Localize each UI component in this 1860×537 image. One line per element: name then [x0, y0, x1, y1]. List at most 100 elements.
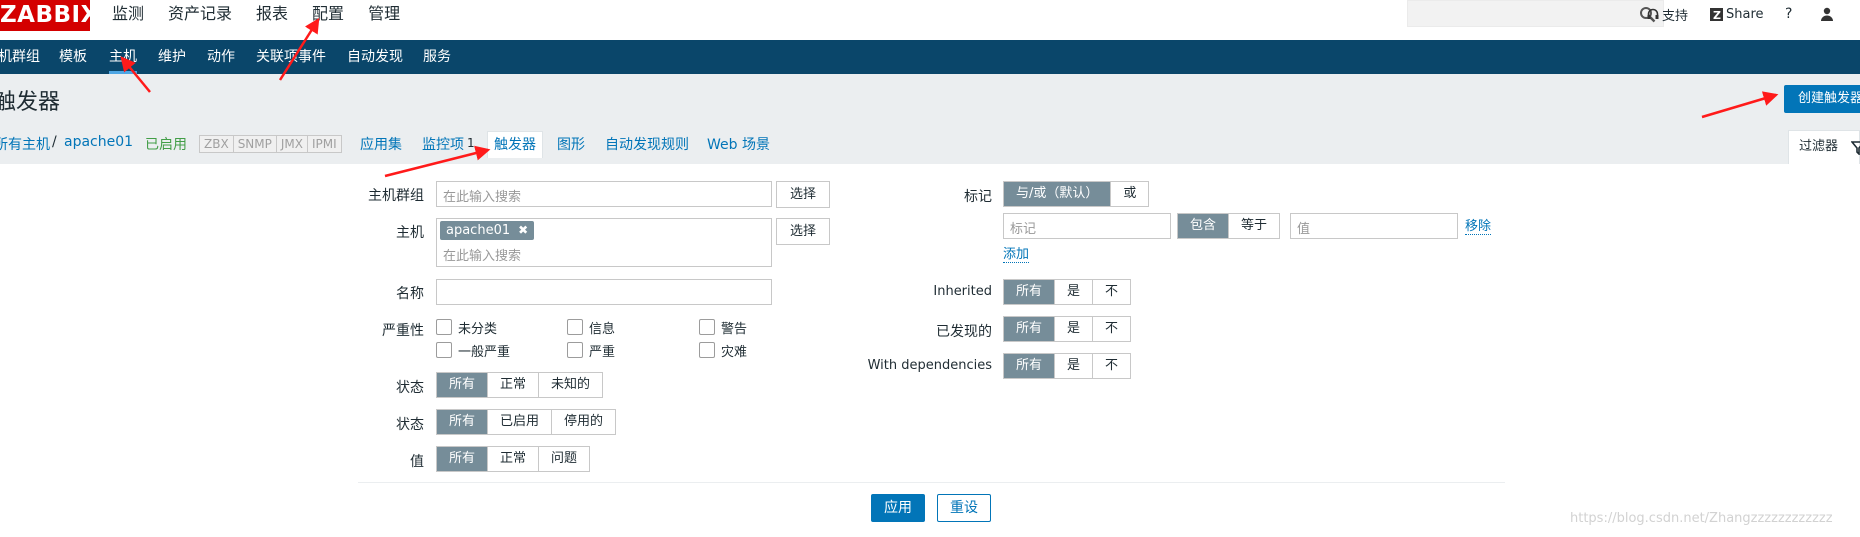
subnav-actions[interactable]: 动作	[207, 40, 235, 74]
subnav-host-groups[interactable]: 机群组	[0, 40, 40, 74]
tag-add-link[interactable]: 添加	[1003, 247, 1030, 263]
filter-tab[interactable]: 过滤器	[1788, 130, 1860, 164]
tab-graphs[interactable]: 图形	[557, 134, 585, 154]
remove-chip-icon[interactable]: ✖	[518, 221, 528, 240]
host-group-input[interactable]: 在此输入搜索	[436, 181, 772, 207]
severity-average-label: 一般严重	[458, 344, 511, 360]
severity-warning[interactable]: 警告	[699, 318, 748, 337]
tab-items[interactable]: 监控项	[422, 134, 464, 154]
severity-not-classified[interactable]: 未分类	[436, 318, 497, 337]
checkbox[interactable]	[567, 319, 583, 335]
filter-icon	[1851, 141, 1860, 155]
breadcrumb-host[interactable]: apache01	[64, 134, 133, 150]
inherited-yes[interactable]: 是	[1055, 280, 1094, 304]
tags-label: 标记	[964, 189, 992, 205]
tag-op-contains[interactable]: 包含	[1178, 214, 1230, 238]
status-disabled[interactable]: 停用的	[552, 410, 615, 434]
severity-high-label: 严重	[589, 344, 616, 360]
zabbix-logo[interactable]: ZABBIX	[0, 0, 98, 31]
tag-name-input[interactable]: 标记	[1003, 213, 1171, 239]
breadcrumb-separator: /	[52, 134, 57, 150]
state-label: 状态	[396, 380, 424, 396]
value-problem[interactable]: 问题	[539, 447, 589, 471]
subnav-event-correlation[interactable]: 关联项事件	[256, 40, 326, 74]
status-all[interactable]: 所有	[437, 410, 489, 434]
host-group-select-button[interactable]: 选择	[776, 181, 830, 208]
create-trigger-button[interactable]: 创建触发器	[1784, 85, 1860, 113]
subnav-hosts[interactable]: 主机	[109, 40, 137, 74]
dependencies-no[interactable]: 不	[1093, 354, 1130, 378]
tab-discovery-rules[interactable]: 自动发现规则	[605, 134, 689, 154]
severity-information-label: 信息	[589, 321, 616, 337]
reset-button[interactable]: 重设	[937, 494, 991, 522]
sub-navigation: 机群组 模板 主机 维护 动作 关联项事件 自动发现 服务	[0, 40, 1860, 74]
top-menu: 监测 资产记录 报表 配置 管理	[100, 0, 412, 28]
items-count: 1	[467, 136, 475, 150]
subnav-services[interactable]: 服务	[423, 40, 451, 74]
value-all[interactable]: 所有	[437, 447, 489, 471]
host-select-button[interactable]: 选择	[776, 218, 830, 245]
severity-disaster[interactable]: 灾难	[699, 341, 747, 360]
host-status-enabled[interactable]: 已启用	[145, 134, 187, 154]
tab-triggers[interactable]: 触发器	[487, 131, 543, 158]
checkbox[interactable]	[699, 342, 715, 358]
tags-or[interactable]: 或	[1111, 182, 1148, 206]
breadcrumb-all-hosts[interactable]: 所有主机	[0, 134, 50, 154]
tab-applications[interactable]: 应用集	[360, 134, 402, 154]
status-label: 状态	[396, 417, 424, 433]
menu-inventory[interactable]: 资产记录	[156, 0, 244, 28]
discovered-all[interactable]: 所有	[1004, 317, 1056, 341]
state-normal[interactable]: 正常	[488, 373, 540, 397]
severity-warning-label: 警告	[721, 321, 748, 337]
name-input[interactable]	[436, 279, 772, 305]
user-profile-link[interactable]	[1820, 4, 1837, 24]
share-label: Share	[1726, 6, 1764, 22]
state-all[interactable]: 所有	[437, 373, 489, 397]
share-link[interactable]: Z Share	[1710, 4, 1764, 24]
filter-divider	[358, 482, 1505, 483]
top-bar: ZABBIX 监测 资产记录 报表 配置 管理 支持 Z Share ?	[0, 0, 1860, 40]
host-label: 主机	[396, 225, 424, 241]
status-segmented-control: 所有 已启用 停用的	[436, 409, 617, 435]
inherited-no[interactable]: 不	[1093, 280, 1130, 304]
inherited-all[interactable]: 所有	[1004, 280, 1056, 304]
subnav-templates[interactable]: 模板	[59, 40, 87, 74]
menu-administration[interactable]: 管理	[356, 0, 412, 28]
state-segmented-control: 所有 正常 未知的	[436, 372, 604, 398]
tag-value-input[interactable]: 值	[1290, 213, 1458, 239]
state-unknown[interactable]: 未知的	[539, 373, 602, 397]
checkbox[interactable]	[436, 342, 452, 358]
severity-average[interactable]: 一般严重	[436, 341, 511, 360]
discovered-yes[interactable]: 是	[1055, 317, 1094, 341]
tag-remove-link[interactable]: 移除	[1465, 219, 1492, 235]
value-segmented-control: 所有 正常 问题	[436, 446, 591, 472]
menu-reports[interactable]: 报表	[244, 0, 300, 28]
host-chip-apache01[interactable]: apache01 ✖	[440, 221, 535, 240]
support-link[interactable]: 支持	[1647, 4, 1688, 24]
dependencies-yes[interactable]: 是	[1055, 354, 1094, 378]
checkbox[interactable]	[567, 342, 583, 358]
global-search-input[interactable]	[1407, 0, 1664, 27]
tab-web-scenarios[interactable]: Web 场景	[707, 134, 770, 154]
tags-and-or[interactable]: 与/或（默认）	[1004, 182, 1112, 206]
headset-icon	[1647, 8, 1659, 19]
apply-button[interactable]: 应用	[871, 494, 925, 522]
help-link[interactable]: ?	[1785, 4, 1792, 24]
host-group-label: 主机群组	[368, 188, 424, 204]
value-ok[interactable]: 正常	[488, 447, 540, 471]
checkbox[interactable]	[699, 319, 715, 335]
menu-monitoring[interactable]: 监测	[100, 0, 156, 28]
tag-op-equals[interactable]: 等于	[1229, 214, 1279, 238]
discovered-no[interactable]: 不	[1093, 317, 1130, 341]
availability-zbx: ZBX	[200, 136, 234, 152]
subnav-discovery[interactable]: 自动发现	[347, 40, 403, 74]
menu-configuration[interactable]: 配置	[300, 0, 356, 28]
checkbox[interactable]	[436, 319, 452, 335]
subnav-maintenance[interactable]: 维护	[158, 40, 186, 74]
status-enabled[interactable]: 已启用	[488, 410, 553, 434]
availability-snmp: SNMP	[234, 136, 277, 152]
severity-high[interactable]: 严重	[567, 341, 616, 360]
dependencies-all[interactable]: 所有	[1004, 354, 1056, 378]
tags-evaltype-control: 与/或（默认） 或	[1003, 181, 1150, 207]
severity-information[interactable]: 信息	[567, 318, 616, 337]
